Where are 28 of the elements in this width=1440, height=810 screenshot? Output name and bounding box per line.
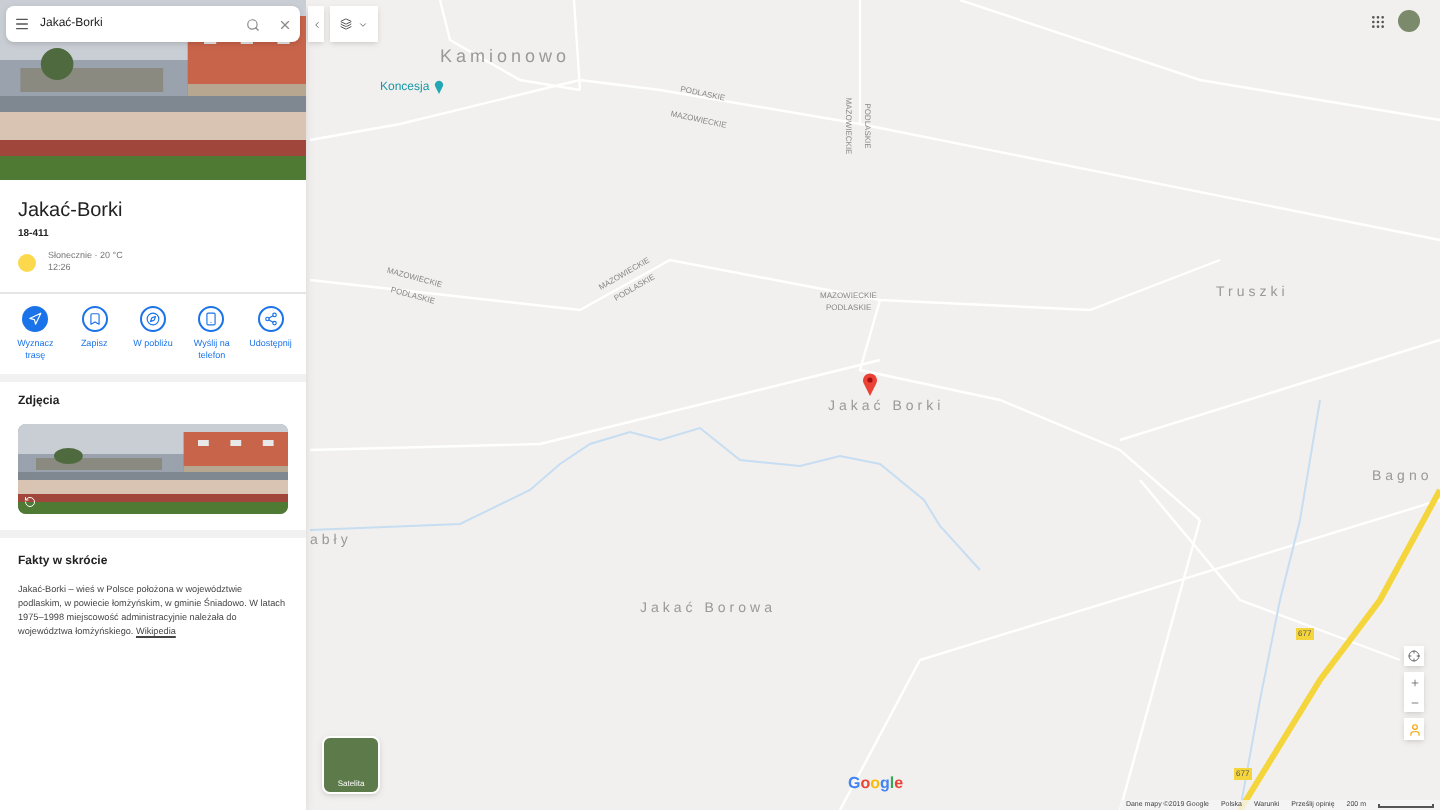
place-label: Kamionowo	[440, 44, 571, 70]
chevron-left-icon	[311, 19, 321, 29]
caret-icon	[358, 19, 368, 29]
close-icon[interactable]	[278, 17, 292, 31]
my-location-button[interactable]	[1404, 646, 1424, 666]
sun-icon	[18, 253, 36, 272]
scale-bar	[1378, 803, 1434, 807]
plus-icon	[1409, 677, 1419, 687]
apps-icon[interactable]	[1370, 14, 1386, 30]
pegman-icon	[1407, 721, 1421, 737]
menu-icon[interactable]	[14, 16, 30, 32]
location-pin-icon	[862, 372, 878, 396]
street-view-button[interactable]	[1404, 718, 1424, 740]
avatar[interactable]	[1398, 10, 1420, 32]
share-icon	[263, 312, 278, 326]
nearby-icon	[145, 312, 160, 326]
crosshair-icon	[1408, 650, 1420, 662]
bookmark-icon	[87, 312, 102, 326]
minus-icon	[1409, 697, 1419, 707]
google-logo: Google	[848, 772, 904, 796]
layers-button[interactable]	[330, 6, 378, 42]
panorama-icon	[24, 496, 36, 508]
layers-icon	[340, 18, 352, 30]
place-title: Jakać-Borki	[18, 198, 125, 226]
search-icon[interactable]	[246, 17, 260, 31]
directions-icon	[28, 312, 43, 326]
poi-pin-icon	[434, 80, 444, 94]
phone-icon	[204, 312, 219, 326]
